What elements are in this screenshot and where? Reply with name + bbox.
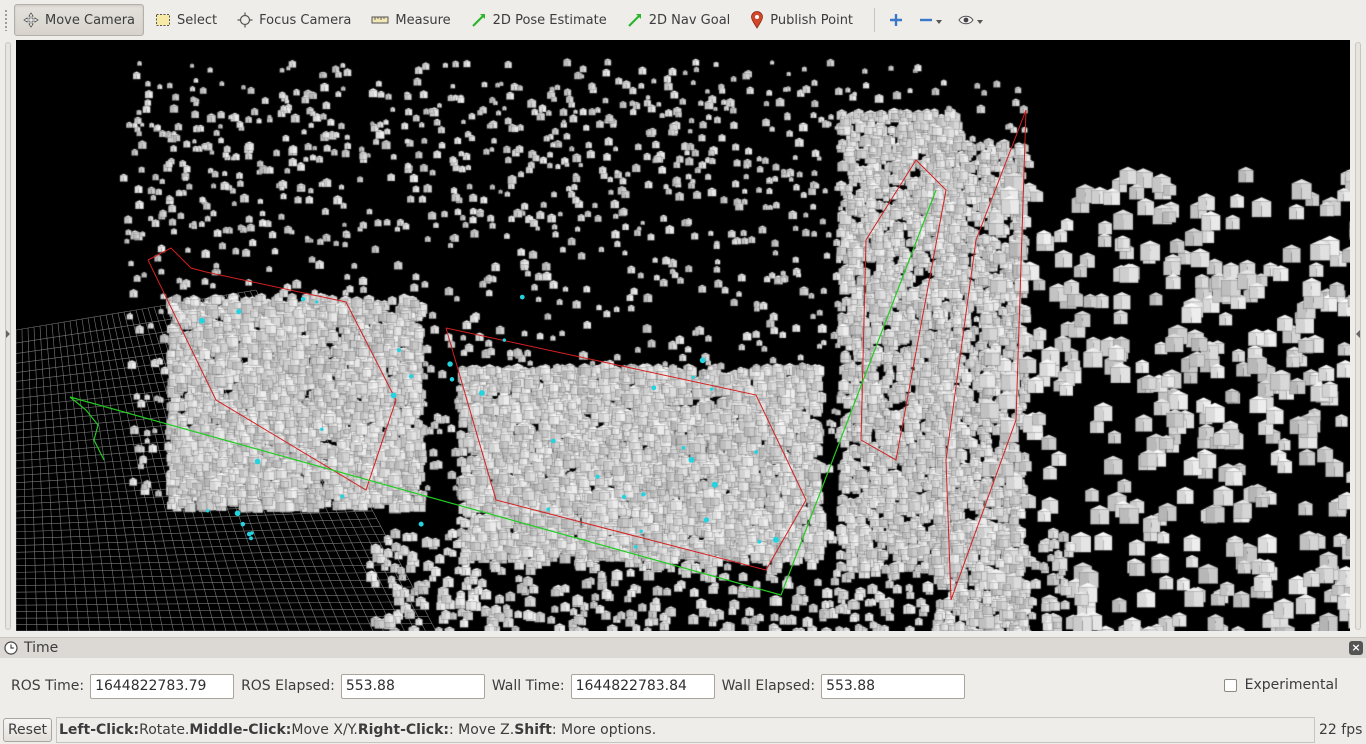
tool-2d-pose-estimate[interactable]: 2D Pose Estimate bbox=[462, 4, 616, 36]
tool-move-camera[interactable]: Move Camera bbox=[14, 4, 145, 36]
ros-time-field[interactable] bbox=[90, 673, 235, 699]
toolbar-separator bbox=[874, 8, 876, 32]
close-icon[interactable]: × bbox=[1349, 641, 1363, 655]
minus-icon bbox=[920, 18, 933, 22]
clock-icon bbox=[4, 641, 18, 655]
right-dock-handle[interactable] bbox=[1350, 40, 1366, 632]
experimental-toggle[interactable]: Experimental bbox=[1223, 677, 1338, 693]
ros-time-label: ROS Time: bbox=[11, 678, 85, 694]
hint-key: Right-Click: bbox=[357, 721, 449, 738]
measure-icon bbox=[371, 16, 389, 24]
tool-label: Select bbox=[177, 12, 218, 28]
nav-goal-icon bbox=[627, 14, 641, 27]
tool-label: 2D Pose Estimate bbox=[492, 12, 607, 28]
status-bar: Reset Left-Click: Rotate. Middle-Click: … bbox=[0, 715, 1366, 744]
tool-label: Publish Point bbox=[770, 12, 854, 28]
tool-visibility-button[interactable] bbox=[952, 4, 989, 36]
ros-elapsed-field[interactable] bbox=[340, 673, 485, 699]
expand-left-icon bbox=[6, 330, 10, 338]
tool-label: Measure bbox=[395, 12, 451, 28]
overlay-markers bbox=[69, 109, 1027, 601]
hint-text: Move X/Y. bbox=[291, 721, 358, 738]
left-dock-handle[interactable] bbox=[0, 40, 16, 632]
interaction-hint: Left-Click: Rotate. Middle-Click: Move X… bbox=[56, 716, 1315, 743]
chevron-down-icon bbox=[977, 20, 984, 24]
tool-publish-point[interactable]: Publish Point bbox=[741, 4, 862, 36]
focus-camera-icon bbox=[237, 12, 253, 28]
reset-button[interactable]: Reset bbox=[3, 717, 52, 742]
remove-tool-button[interactable] bbox=[913, 4, 948, 36]
toolbar-grip[interactable] bbox=[4, 9, 8, 31]
tool-label: 2D Nav Goal bbox=[648, 12, 731, 28]
tool-select[interactable]: Select bbox=[146, 4, 226, 36]
wall-time-label: Wall Time: bbox=[491, 678, 565, 694]
tool-measure[interactable]: Measure bbox=[362, 4, 459, 36]
expand-right-icon bbox=[1356, 330, 1360, 338]
hint-key: Left-Click: bbox=[59, 721, 140, 738]
tool-focus-camera[interactable]: Focus Camera bbox=[228, 4, 360, 36]
move-camera-icon bbox=[23, 12, 39, 28]
wall-time-field[interactable] bbox=[570, 673, 715, 699]
fps-counter: 22 fps bbox=[1319, 721, 1363, 738]
map-pin-icon bbox=[751, 11, 764, 29]
eye-icon bbox=[958, 15, 974, 25]
add-tool-button[interactable] bbox=[883, 4, 909, 36]
main-toolbar: Move Camera Select Focus Camera Measure … bbox=[0, 0, 1366, 40]
hint-text: : More options. bbox=[551, 721, 657, 738]
time-panel-body: ROS Time: ROS Elapsed: Wall Time: Wall E… bbox=[0, 660, 1366, 712]
time-panel-title: Time bbox=[24, 640, 59, 656]
pose-estimate-icon bbox=[471, 14, 485, 27]
wall-elapsed-label: Wall Elapsed: bbox=[721, 678, 816, 694]
hint-text: Rotate. bbox=[139, 721, 190, 738]
hint-key: Shift bbox=[514, 721, 552, 738]
wall-elapsed-field[interactable] bbox=[821, 673, 966, 699]
hint-key: Middle-Click: bbox=[189, 721, 292, 738]
experimental-checkbox[interactable] bbox=[1223, 678, 1237, 692]
plus-icon bbox=[890, 14, 903, 26]
experimental-label: Experimental bbox=[1244, 677, 1338, 693]
chevron-down-icon bbox=[936, 20, 943, 24]
select-icon bbox=[156, 14, 171, 26]
tool-2d-nav-goal[interactable]: 2D Nav Goal bbox=[618, 4, 740, 36]
time-panel-header: Time × bbox=[0, 637, 1366, 658]
ros-elapsed-label: ROS Elapsed: bbox=[241, 678, 335, 694]
tool-label: Move Camera bbox=[45, 12, 136, 28]
render-viewport[interactable] bbox=[16, 40, 1350, 631]
hint-text: : Move Z. bbox=[448, 721, 515, 738]
tool-label: Focus Camera bbox=[259, 12, 352, 28]
